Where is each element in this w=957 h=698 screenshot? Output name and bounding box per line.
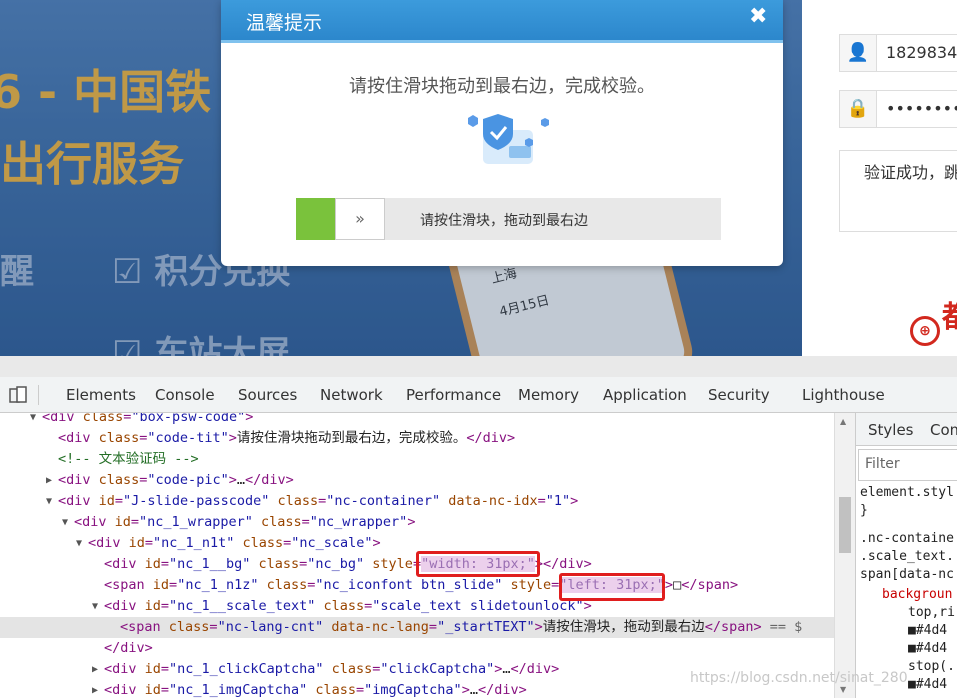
expand-arrow-icon[interactable]: ▼ xyxy=(62,512,68,533)
dom-line[interactable]: <span id="nc_1_n1z" class="nc_iconfont b… xyxy=(0,575,834,596)
hexagon-icon xyxy=(541,118,549,127)
expand-arrow-icon[interactable]: ▼ xyxy=(46,491,52,512)
close-icon[interactable]: ✖ xyxy=(749,4,767,29)
slide-handle[interactable]: » xyxy=(335,198,385,240)
annotation-box-left xyxy=(559,573,665,601)
filter-placeholder: Filter xyxy=(865,456,900,472)
dom-line[interactable]: ▼ <div id="nc_1__scale_text" class="scal… xyxy=(0,596,834,617)
modal-header: 温馨提示 ✖ xyxy=(221,0,783,43)
website-viewport: 6 - 中国铁 出行服务 醒 ☑ 积分兑换 ☑ 车站大屏 上海 4月15日 北京… xyxy=(0,0,957,356)
slide-progress-fill xyxy=(296,198,335,240)
tab-elements[interactable]: Elements xyxy=(66,386,136,404)
expand-arrow-icon[interactable]: ▼ xyxy=(92,596,98,617)
dom-line[interactable]: </div> xyxy=(0,638,834,659)
double-chevron-right-icon: » xyxy=(355,209,365,228)
styles-filter-input[interactable]: Filter xyxy=(858,449,957,481)
login-panel: 👤 18298345 🔒 •••••••• 验证成功，跳 ⊕ 都 xyxy=(802,0,957,356)
modal-title: 温馨提示 xyxy=(246,12,323,34)
devtools-resize-bar[interactable] xyxy=(0,356,957,377)
color-swatch-value[interactable]: ■#4d4 xyxy=(908,641,947,656)
devtools-tabbar: Elements Console Sources Network Perform… xyxy=(0,377,957,413)
color-swatch-value[interactable]: ■#4d4 xyxy=(908,623,947,638)
watermark-text: https://blog.csdn.net/sinat_280 xyxy=(690,670,908,686)
verify-status-text: 验证成功，跳 xyxy=(864,163,957,182)
expand-arrow-icon[interactable]: ▼ xyxy=(76,533,82,554)
expand-arrow-icon[interactable]: ▶ xyxy=(92,659,98,680)
dom-comment-line[interactable]: <!-- 文本验证码 --> xyxy=(0,449,834,470)
expand-arrow-icon[interactable]: ▶ xyxy=(46,470,52,491)
tab-styles[interactable]: Styles xyxy=(868,421,914,439)
style-rule-line[interactable]: element.styl xyxy=(860,485,954,500)
tab-console[interactable]: Console xyxy=(155,386,215,404)
tab-sources[interactable]: Sources xyxy=(238,386,297,404)
railway-logo-icon: ⊕ xyxy=(910,316,940,346)
style-rule-line[interactable]: .nc-containe xyxy=(860,531,954,546)
tab-computed[interactable]: Com xyxy=(930,421,957,439)
scroll-down-icon[interactable]: ▼ xyxy=(840,685,846,694)
elements-dom-tree: ▼ <div class="box-psw-code"> <div class=… xyxy=(0,413,834,698)
username-field[interactable]: 👤 18298345 xyxy=(839,34,957,72)
tab-performance[interactable]: Performance xyxy=(406,386,501,404)
lock-icon: 🔒 xyxy=(840,91,877,127)
styles-pane: Styles Com Filter element.styl } .nc-con… xyxy=(855,413,957,698)
tab-network[interactable]: Network xyxy=(320,386,383,404)
expand-arrow-icon[interactable]: ▼ xyxy=(30,413,36,428)
scroll-up-icon[interactable]: ▲ xyxy=(840,417,846,426)
style-rule-line[interactable]: .scale_text. xyxy=(860,549,954,564)
annotation-box-width xyxy=(416,551,540,577)
styles-tabbar: Styles Com xyxy=(856,413,957,446)
devtools-panel: Elements Console Sources Network Perform… xyxy=(0,356,957,698)
slide-hint-text: 请按住滑块，拖动到最右边 xyxy=(420,213,588,229)
style-rule-line[interactable]: span[data-nc xyxy=(860,567,954,582)
card-chip xyxy=(509,146,531,158)
divider xyxy=(38,385,39,405)
verify-status-box: 验证成功，跳 xyxy=(839,150,957,232)
slide-captcha-track[interactable]: » 请按住滑块，拖动到最右边 xyxy=(296,198,721,240)
username-value: 18298345 xyxy=(886,43,957,62)
password-value: •••••••• xyxy=(886,99,957,118)
hexagon-icon xyxy=(468,115,478,127)
expand-arrow-icon[interactable]: ▶ xyxy=(92,680,98,698)
dom-line[interactable]: ▼ <div class="box-psw-code"> xyxy=(0,413,834,428)
style-property[interactable]: backgroun xyxy=(882,587,952,602)
tab-memory[interactable]: Memory xyxy=(518,386,579,404)
password-field[interactable]: 🔒 •••••••• xyxy=(839,90,957,128)
captcha-instruction: 请按住滑块拖动到最右边，完成校验。 xyxy=(349,76,655,97)
scrollbar-thumb[interactable] xyxy=(839,497,851,553)
dom-line-selected[interactable]: <span class="nc-lang-cnt" data-nc-lang="… xyxy=(0,617,834,638)
dom-line[interactable]: ▼ <div id="J-slide-passcode" class="nc-c… xyxy=(0,491,834,512)
tab-security[interactable]: Security xyxy=(708,386,770,404)
dom-line[interactable]: ▶ <div class="code-pic">…</div> xyxy=(0,470,834,491)
tab-lighthouse[interactable]: Lighthouse xyxy=(802,386,885,404)
tab-application[interactable]: Application xyxy=(603,386,687,404)
color-swatch-value[interactable]: ■#4d4 xyxy=(908,677,947,692)
dom-line[interactable]: ▼ <div id="nc_1_wrapper" class="nc_wrapp… xyxy=(0,512,834,533)
style-rule-line: } xyxy=(860,503,868,518)
dom-line[interactable]: <div class="code-tit">请按住滑块拖动到最右边，完成校验。<… xyxy=(0,428,834,449)
device-icon xyxy=(9,386,27,403)
captcha-modal: 温馨提示 ✖ 请按住滑块拖动到最右边，完成校验。 » 请按住滑块，拖动到最右边 xyxy=(221,0,783,266)
shield-card-illustration xyxy=(468,114,549,164)
device-toggle-icon[interactable] xyxy=(8,385,30,407)
user-icon: 👤 xyxy=(840,35,877,71)
style-value: top,ri xyxy=(908,605,955,620)
logo-text: 都 xyxy=(942,292,957,336)
style-value: stop(. xyxy=(908,659,955,674)
elements-scrollbar[interactable]: ▲ ▼ xyxy=(834,413,855,698)
